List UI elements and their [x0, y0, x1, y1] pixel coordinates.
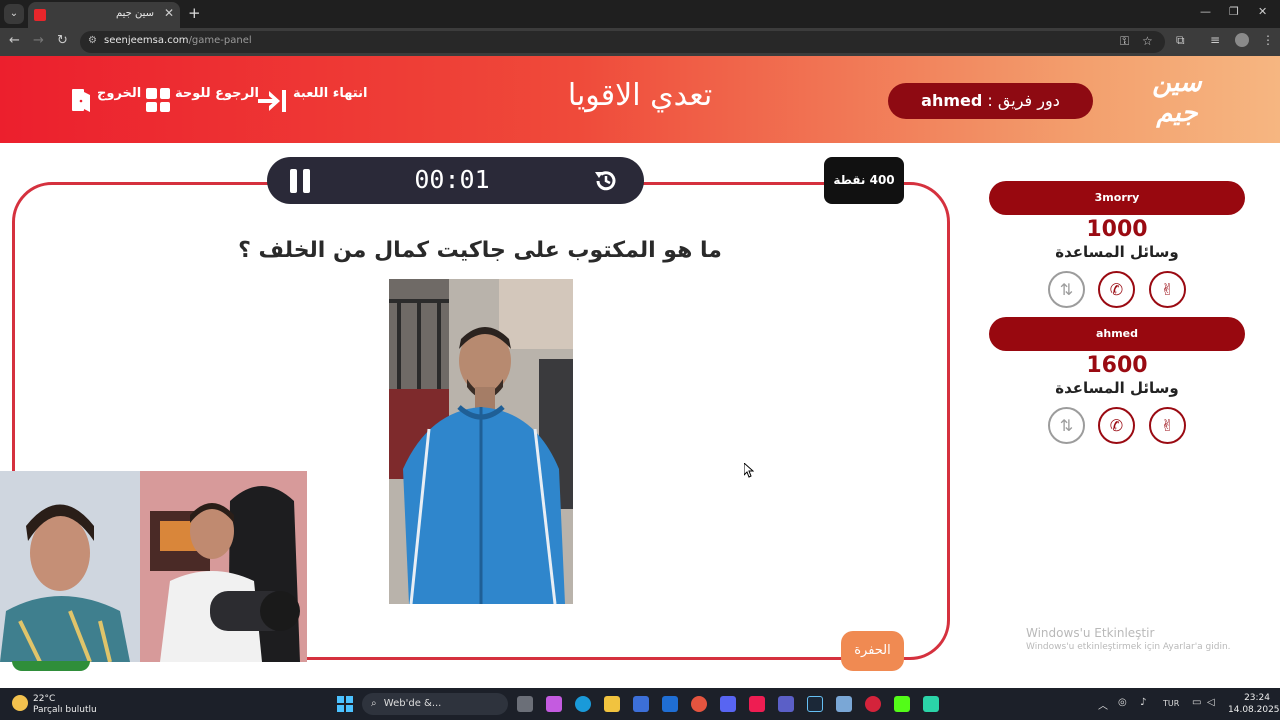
- network-icon[interactable]: ▭: [1192, 697, 1201, 708]
- microsoft-store-icon[interactable]: [633, 696, 649, 712]
- windows-taskbar: 22°C Parçalı bulutlu ⌕ Web'de &... ︿ ◎ ♪ …: [0, 688, 1280, 720]
- windows-activation-watermark: Windows'u Etkinleştir Windows'u etkinleş…: [1026, 626, 1231, 652]
- taskbar-search-label: Web'de &...: [383, 698, 442, 709]
- system-clock[interactable]: 23:24 14.08.2025: [1228, 692, 1280, 716]
- settings-gear-icon[interactable]: [836, 696, 852, 712]
- clock-date: 14.08.2025: [1228, 705, 1280, 715]
- tray-app-icon[interactable]: ◎: [1118, 697, 1127, 708]
- question-image: [389, 279, 573, 604]
- media-icon[interactable]: ≡: [1210, 33, 1220, 47]
- weather-temp: 22°C: [33, 694, 56, 704]
- address-bar[interactable]: ⚙ seenjeemsa.com/game-panel ⚿ ☆: [80, 31, 1165, 53]
- question-text: ما هو المكتوب على جاكيت كمال من الخلف ؟: [238, 238, 722, 263]
- team-name-pill: 3morry: [989, 181, 1245, 215]
- timer-bar: 00:01: [267, 157, 644, 204]
- chrome-browser-icon[interactable]: [691, 696, 707, 712]
- phone-call-aid-icon[interactable]: ✆: [1098, 271, 1135, 308]
- bookmark-star-icon[interactable]: ☆: [1142, 34, 1153, 48]
- media-app-icon[interactable]: [865, 696, 881, 712]
- clock-time: 23:24: [1244, 693, 1270, 703]
- tiktok-icon[interactable]: [749, 696, 765, 712]
- outlook-icon[interactable]: [662, 696, 678, 712]
- peace-hand-aid-icon[interactable]: ✌: [1149, 271, 1186, 308]
- reload-icon[interactable]: ↻: [57, 33, 68, 48]
- microphone-icon[interactable]: ♪: [1140, 697, 1146, 708]
- password-key-icon[interactable]: ⚿: [1120, 34, 1129, 49]
- browser-tab-strip: ⌄ سين جيم ✕ + — ❐ ✕: [0, 0, 1280, 28]
- tab-title: سين جيم: [115, 8, 154, 19]
- points-badge: 400 نقطة: [824, 157, 904, 204]
- extensions-icon[interactable]: ⧉: [1176, 33, 1185, 48]
- tab-search-button[interactable]: ⌄: [4, 4, 24, 24]
- helpers-label: وسائل المساعدة: [1055, 379, 1179, 397]
- phone-call-aid-icon[interactable]: ✆: [1098, 407, 1135, 444]
- streaming-app-icon[interactable]: [923, 696, 939, 712]
- close-icon[interactable]: ✕: [164, 6, 174, 20]
- start-windows-icon[interactable]: [337, 696, 353, 712]
- browser-tab[interactable]: سين جيم ✕: [28, 2, 180, 28]
- steam-icon[interactable]: [807, 696, 823, 712]
- team-score: 1000: [1086, 217, 1148, 242]
- copilot-icon[interactable]: [546, 696, 562, 712]
- webcam-overlay: [0, 471, 307, 662]
- exit-link[interactable]: الخروج: [97, 86, 141, 101]
- hole-button[interactable]: الحفرة: [841, 631, 904, 671]
- site-info-icon[interactable]: ⚙: [88, 35, 97, 46]
- file-explorer-icon[interactable]: [604, 696, 620, 712]
- end-game-arrow-icon[interactable]: [258, 90, 288, 112]
- url-text: seenjeemsa.com/game-panel: [104, 35, 252, 46]
- tray-chevron-up-icon[interactable]: ︿: [1098, 697, 1108, 712]
- discord-icon[interactable]: [720, 696, 736, 712]
- profile-avatar[interactable]: [1235, 33, 1249, 47]
- webcam-accent-bar: [12, 661, 90, 671]
- reset-timer-icon[interactable]: [593, 168, 619, 194]
- pause-icon[interactable]: [290, 169, 310, 193]
- watermark-title: Windows'u Etkinleştir: [1026, 626, 1155, 640]
- seen-jeem-logo[interactable]: سين جيم: [1142, 68, 1212, 132]
- kick-icon[interactable]: [894, 696, 910, 712]
- language-indicator[interactable]: TUR: [1163, 699, 1179, 708]
- team-score: 1600: [1086, 353, 1148, 378]
- site-favicon: [34, 9, 46, 21]
- task-view-icon[interactable]: [517, 696, 533, 712]
- helpers-label: وسائل المساعدة: [1055, 243, 1179, 261]
- back-arrow-icon[interactable]: ←: [9, 33, 20, 48]
- swap-question-aid-icon[interactable]: ⇅: [1048, 271, 1085, 308]
- end-game-link[interactable]: انتهاء اللعبة: [293, 86, 367, 101]
- edge-browser-icon[interactable]: [575, 696, 591, 712]
- board-grid-icon[interactable]: [146, 88, 170, 112]
- timer-display: 00:01: [414, 165, 490, 194]
- turn-prefix: دور فريق :: [987, 91, 1060, 110]
- team-turn-indicator: دور فريق : ahmed: [888, 83, 1093, 119]
- forward-arrow-icon[interactable]: →: [33, 33, 44, 48]
- taskbar-search-box[interactable]: ⌕ Web'de &...: [362, 693, 508, 715]
- search-icon: ⌕: [371, 698, 377, 709]
- teams-icon[interactable]: [778, 696, 794, 712]
- window-close-icon[interactable]: ✕: [1258, 5, 1267, 18]
- menu-dots-icon[interactable]: ⋮: [1262, 33, 1274, 47]
- watermark-subtitle: Windows'u etkinleştirmek için Ayarlar'a …: [1026, 642, 1231, 652]
- restore-icon[interactable]: ❐: [1229, 5, 1239, 18]
- team-name-pill: ahmed: [989, 317, 1245, 351]
- turn-team-name: ahmed: [921, 91, 983, 110]
- weather-sun-icon: [12, 695, 28, 711]
- new-tab-button[interactable]: +: [188, 4, 201, 22]
- mouse-cursor-icon: [744, 463, 754, 478]
- page-title: تعدي الاقويا: [567, 78, 713, 113]
- swap-question-aid-icon[interactable]: ⇅: [1048, 407, 1085, 444]
- volume-icon[interactable]: ◁: [1207, 697, 1215, 708]
- weather-condition: Parçalı bulutlu: [33, 705, 97, 715]
- site-header: الخروج الرجوع للوحة انتهاء اللعبة تعدي ا…: [0, 56, 1280, 143]
- back-to-board-link[interactable]: الرجوع للوحة: [175, 86, 259, 101]
- peace-hand-aid-icon[interactable]: ✌: [1149, 407, 1186, 444]
- exit-door-icon[interactable]: [70, 88, 92, 112]
- browser-toolbar: ← → ↻ ⚙ seenjeemsa.com/game-panel ⚿ ☆ ⧉ …: [0, 28, 1280, 56]
- minimize-icon[interactable]: —: [1200, 5, 1211, 18]
